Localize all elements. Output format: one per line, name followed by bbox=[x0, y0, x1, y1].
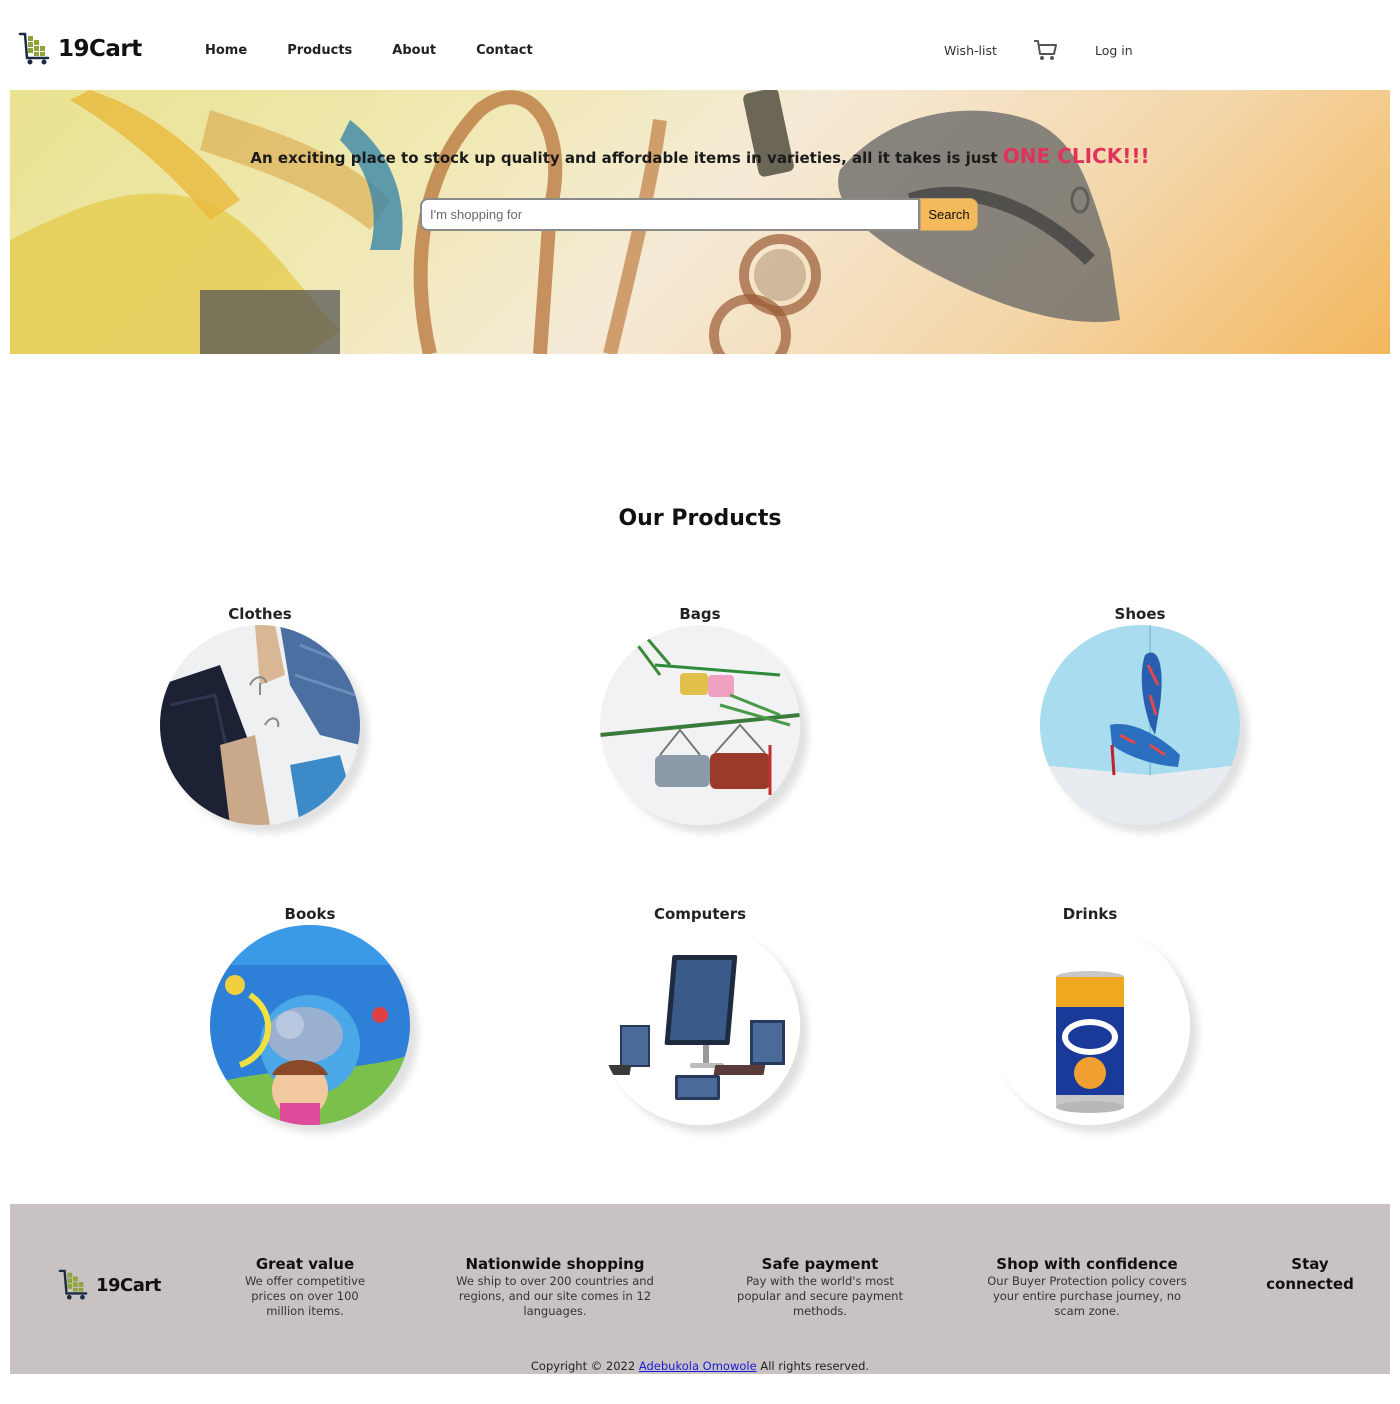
computers-image[interactable] bbox=[600, 925, 800, 1125]
shoes-image[interactable] bbox=[1040, 625, 1240, 825]
nav-home[interactable]: Home bbox=[205, 43, 247, 58]
footer-safe-payment: Safe payment Pay with the world's most p… bbox=[730, 1254, 910, 1319]
product-label: Clothes bbox=[228, 605, 292, 623]
footer-shop-with-confidence: Shop with confidence Our Buyer Protectio… bbox=[985, 1254, 1189, 1319]
footer-col-title: Nationwide shopping bbox=[465, 1255, 645, 1273]
product-drinks[interactable]: Drinks bbox=[980, 905, 1200, 1125]
footer-col-text: We ship to over 200 countries and region… bbox=[456, 1274, 654, 1318]
product-clothes[interactable]: Clothes bbox=[150, 605, 370, 825]
bags-image[interactable] bbox=[600, 625, 800, 825]
brand-logo[interactable]: 19Cart bbox=[18, 32, 142, 66]
brand-name: 19Cart bbox=[58, 36, 142, 62]
product-label: Bags bbox=[679, 605, 721, 623]
tagline-accent: ONE CLICK!!! bbox=[1002, 144, 1150, 168]
footer-brand-name: 19Cart bbox=[96, 1274, 161, 1296]
footer-col-text: Pay with the world's most popular and se… bbox=[737, 1274, 903, 1318]
product-books[interactable]: Books bbox=[200, 905, 420, 1125]
products-title: Our Products bbox=[618, 506, 782, 531]
drinks-image[interactable] bbox=[990, 925, 1190, 1125]
footer-col-text: We offer competitive prices on over 100 … bbox=[244, 1274, 366, 1318]
copyright-suffix: All rights reserved. bbox=[760, 1359, 870, 1373]
footer-col-title: Great value bbox=[255, 1255, 355, 1273]
search-button[interactable]: Search bbox=[920, 198, 978, 231]
product-label: Books bbox=[284, 905, 336, 923]
cart-logo-icon bbox=[58, 1269, 88, 1300]
copyright-prefix: Copyright © 2022 bbox=[530, 1359, 636, 1373]
product-label: Shoes bbox=[1114, 605, 1166, 623]
footer-col-text: Our Buyer Protection policy covers your … bbox=[987, 1274, 1187, 1318]
search-bar: Search bbox=[420, 198, 978, 231]
books-image[interactable] bbox=[210, 925, 410, 1125]
footer-great-value: Great value We offer competitive prices … bbox=[235, 1254, 375, 1319]
product-shoes[interactable]: Shoes bbox=[1030, 605, 1250, 825]
hero-banner: An exciting place to stock up quality an… bbox=[10, 90, 1390, 354]
hero-tagline: An exciting place to stock up quality an… bbox=[10, 144, 1390, 168]
product-label: Drinks bbox=[1062, 905, 1118, 923]
footer-col-title: Shop with confidence bbox=[996, 1255, 1178, 1273]
clothes-image[interactable] bbox=[160, 625, 360, 825]
site-header: 19Cart Home Products About Contact Wish-… bbox=[0, 0, 1400, 90]
wishlist-link[interactable]: Wish-list bbox=[944, 43, 997, 58]
nav-about[interactable]: About bbox=[392, 43, 436, 58]
site-footer: 19Cart Great value We offer competitive … bbox=[10, 1204, 1390, 1374]
cart-icon[interactable] bbox=[1032, 38, 1058, 62]
product-computers[interactable]: Computers bbox=[590, 905, 810, 1125]
footer-brand-logo[interactable]: 19Cart bbox=[58, 1268, 161, 1302]
product-bags[interactable]: Bags bbox=[590, 605, 810, 825]
product-label: Computers bbox=[653, 905, 747, 923]
footer-nationwide-shopping: Nationwide shopping We ship to over 200 … bbox=[455, 1254, 655, 1319]
author-link[interactable]: Adebukola Omowole bbox=[639, 1359, 757, 1373]
tagline-text: An exciting place to stock up quality an… bbox=[250, 149, 998, 167]
nav-contact[interactable]: Contact bbox=[476, 43, 533, 58]
footer-col-title: Safe payment bbox=[761, 1255, 879, 1273]
footer-stay-connected: Stay connected bbox=[1260, 1254, 1360, 1294]
cart-logo-icon bbox=[18, 32, 50, 65]
copyright: Copyright © 2022 Adebukola Omowole All r… bbox=[10, 1359, 1390, 1373]
nav-products[interactable]: Products bbox=[287, 43, 352, 58]
footer-col-title: Stay connected bbox=[1266, 1255, 1354, 1293]
login-link[interactable]: Log in bbox=[1095, 43, 1133, 58]
search-input[interactable] bbox=[420, 198, 920, 231]
main-nav: Home Products About Contact bbox=[205, 43, 573, 58]
